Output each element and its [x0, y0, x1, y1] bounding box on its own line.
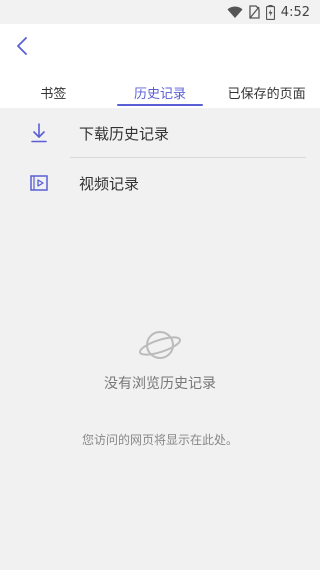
back-arrow-icon — [16, 37, 28, 59]
tab-saved-pages[interactable]: 已保存的页面 — [213, 76, 320, 108]
app-bar: 书签 历史记录 已保存的页面 — [0, 24, 320, 108]
battery-charging-icon — [265, 4, 275, 20]
empty-title: 没有浏览历史记录 — [104, 376, 216, 392]
download-icon — [27, 121, 51, 145]
empty-subtitle: 您访问的网页将显示在此处。 — [81, 433, 238, 447]
status-bar: 4:52 — [0, 0, 320, 24]
video-icon — [27, 171, 51, 195]
tab-bar: 书签 历史记录 已保存的页面 — [0, 76, 320, 108]
list-item-label: 下载历史记录 — [79, 124, 170, 143]
list-item-download-history[interactable]: 下载历史记录 — [0, 108, 320, 158]
list-item-video-history[interactable]: 视频记录 — [0, 158, 320, 208]
planet-icon — [0, 325, 320, 365]
back-button[interactable] — [10, 36, 34, 60]
status-time: 4:52 — [280, 4, 310, 20]
history-list: 下载历史记录 视频记录 — [0, 108, 320, 208]
tab-bookmarks[interactable]: 书签 — [0, 76, 107, 108]
list-item-label: 视频记录 — [79, 174, 140, 193]
tab-history[interactable]: 历史记录 — [107, 76, 214, 108]
no-sim-icon — [249, 5, 260, 19]
empty-state: 没有浏览历史记录 您访问的网页将显示在此处。 — [0, 325, 320, 448]
wifi-icon — [227, 6, 243, 19]
